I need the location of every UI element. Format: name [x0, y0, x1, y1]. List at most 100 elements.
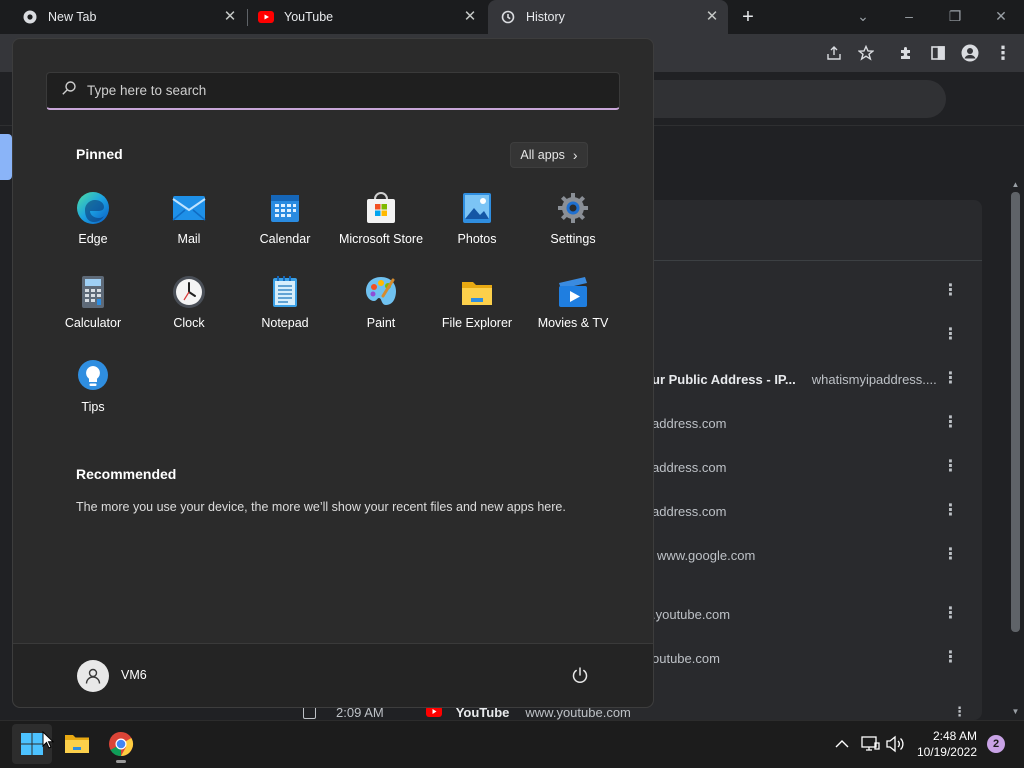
user-avatar-icon[interactable] — [77, 660, 109, 692]
history-row-domain: .youtube.com — [652, 606, 731, 622]
row-menu-icon[interactable]: ⋮ — [942, 503, 959, 519]
tab-youtube[interactable]: YouTube ✕ — [250, 0, 486, 34]
row-menu-icon[interactable]: ⋮ — [942, 283, 959, 299]
search-input[interactable] — [87, 83, 587, 98]
row-menu-icon[interactable]: ⋮ — [942, 606, 959, 622]
chrome-running-indicator — [116, 760, 126, 763]
history-row-domain: whatismyipaddress.... — [811, 371, 937, 387]
row-menu-icon[interactable]: ⋮ — [942, 371, 959, 387]
tab-label: YouTube — [284, 10, 334, 24]
calendar-icon — [271, 195, 299, 222]
movies-icon — [559, 277, 587, 307]
app-label: Settings — [550, 232, 596, 246]
pinned-app-edge[interactable]: Edge — [45, 190, 141, 270]
clock-date[interactable]: 10/19/2022 — [906, 745, 977, 759]
windows-logo-icon — [20, 732, 44, 756]
minimize-icon[interactable]: – — [896, 5, 922, 27]
mail-icon — [172, 196, 206, 221]
pinned-app-photos[interactable]: Photos — [429, 190, 525, 270]
paint-icon — [366, 277, 396, 305]
tab-divider — [247, 9, 248, 26]
scroll-down-icon[interactable]: ▼ — [1011, 707, 1020, 716]
clock-time[interactable]: 2:48 AM — [910, 729, 977, 743]
notification-badge[interactable]: 2 — [987, 735, 1005, 753]
edge-icon — [77, 192, 109, 224]
app-label: Notepad — [261, 316, 309, 330]
power-icon[interactable] — [570, 665, 590, 685]
close-tab-icon[interactable]: ✕ — [704, 9, 720, 25]
app-label: File Explorer — [441, 316, 513, 330]
pinned-app-calendar[interactable]: Calendar — [237, 190, 333, 270]
share-icon[interactable] — [824, 43, 844, 63]
pinned-app-mail[interactable]: Mail — [141, 190, 237, 270]
pinned-app-file-explorer[interactable]: File Explorer — [429, 274, 525, 354]
app-label: Movies & TV — [537, 316, 609, 330]
app-label: Paint — [366, 316, 396, 330]
recommended-empty-text: The more you use your device, the more w… — [76, 500, 566, 514]
close-tab-icon[interactable]: ✕ — [462, 9, 478, 25]
photos-icon — [463, 193, 491, 223]
row-menu-icon[interactable]: ⋮ — [942, 459, 959, 475]
start-menu-footer — [13, 643, 653, 707]
user-name[interactable]: VM6 — [121, 668, 147, 682]
volume-icon[interactable] — [885, 735, 905, 753]
search-icon — [61, 80, 77, 101]
folder-icon — [462, 282, 492, 305]
pinned-app-tips[interactable]: Tips — [45, 358, 141, 438]
pinned-app-settings[interactable]: Settings — [525, 190, 621, 270]
menu-kebab-icon[interactable]: ⋮ — [993, 43, 1013, 63]
pinned-app-notepad[interactable]: Notepad — [237, 274, 333, 354]
side-panel-icon[interactable] — [928, 43, 948, 63]
row-menu-icon[interactable]: ⋮ — [953, 704, 966, 720]
restore-icon[interactable]: ❐ — [942, 5, 968, 27]
chrome-taskbar-icon[interactable] — [108, 731, 134, 757]
app-label: Calculator — [64, 316, 122, 330]
tips-icon — [78, 360, 108, 390]
history-icon — [500, 9, 516, 25]
history-row-domain: www.google.com — [657, 547, 756, 563]
all-apps-button[interactable]: All apps › — [510, 142, 588, 168]
tab-history[interactable]: History ✕ — [488, 0, 728, 34]
tab-label: New Tab — [48, 10, 97, 24]
pinned-app-microsoft-store[interactable]: Microsoft Store — [333, 190, 429, 270]
pinned-app-calculator[interactable]: Calculator — [45, 274, 141, 354]
history-row-domain: outube.com — [652, 650, 720, 666]
scrollbar-thumb[interactable] — [1011, 192, 1020, 632]
bookmark-star-icon[interactable] — [856, 43, 876, 63]
store-icon — [367, 192, 395, 223]
row-menu-icon[interactable]: ⋮ — [942, 650, 959, 666]
sidebar-selected-indicator — [0, 134, 12, 180]
profile-icon[interactable] — [960, 43, 980, 63]
calculator-icon — [82, 276, 104, 308]
file-explorer-taskbar-icon[interactable] — [64, 732, 90, 756]
app-label: Photos — [457, 232, 497, 246]
pinned-app-movies-tv[interactable]: Movies & TV — [525, 274, 621, 354]
chrome-icon — [22, 9, 38, 25]
close-window-icon[interactable]: ✕ — [988, 5, 1014, 27]
history-row-title[interactable]: ur Public Address - IP... — [652, 372, 796, 387]
pinned-app-clock[interactable]: Clock — [141, 274, 237, 354]
start-search-box[interactable] — [46, 72, 620, 110]
row-menu-icon[interactable]: ⋮ — [942, 547, 959, 563]
network-icon[interactable] — [860, 735, 880, 753]
pinned-app-paint[interactable]: Paint — [333, 274, 429, 354]
settings-icon — [558, 193, 588, 223]
app-label: Clock — [173, 316, 205, 330]
youtube-icon — [258, 9, 274, 25]
history-row-domain: address.com — [652, 503, 727, 519]
notepad-icon — [273, 276, 297, 307]
row-menu-icon[interactable]: ⋮ — [942, 327, 959, 343]
all-apps-label: All apps — [520, 148, 565, 162]
scroll-up-icon[interactable]: ▲ — [1011, 180, 1020, 189]
chevron-up-icon[interactable] — [834, 736, 850, 752]
new-tab-button[interactable]: + — [737, 5, 759, 29]
recommended-section-title: Recommended — [76, 466, 177, 482]
tab-new-tab[interactable]: New Tab ✕ — [12, 0, 246, 34]
extensions-icon[interactable] — [896, 43, 916, 63]
tab-label: History — [526, 10, 565, 24]
history-row-domain: address.com — [652, 415, 727, 431]
tab-search-icon[interactable]: ⌄ — [850, 5, 876, 27]
row-menu-icon[interactable]: ⋮ — [942, 415, 959, 431]
close-tab-icon[interactable]: ✕ — [222, 9, 238, 25]
app-label: Calendar — [259, 232, 311, 246]
